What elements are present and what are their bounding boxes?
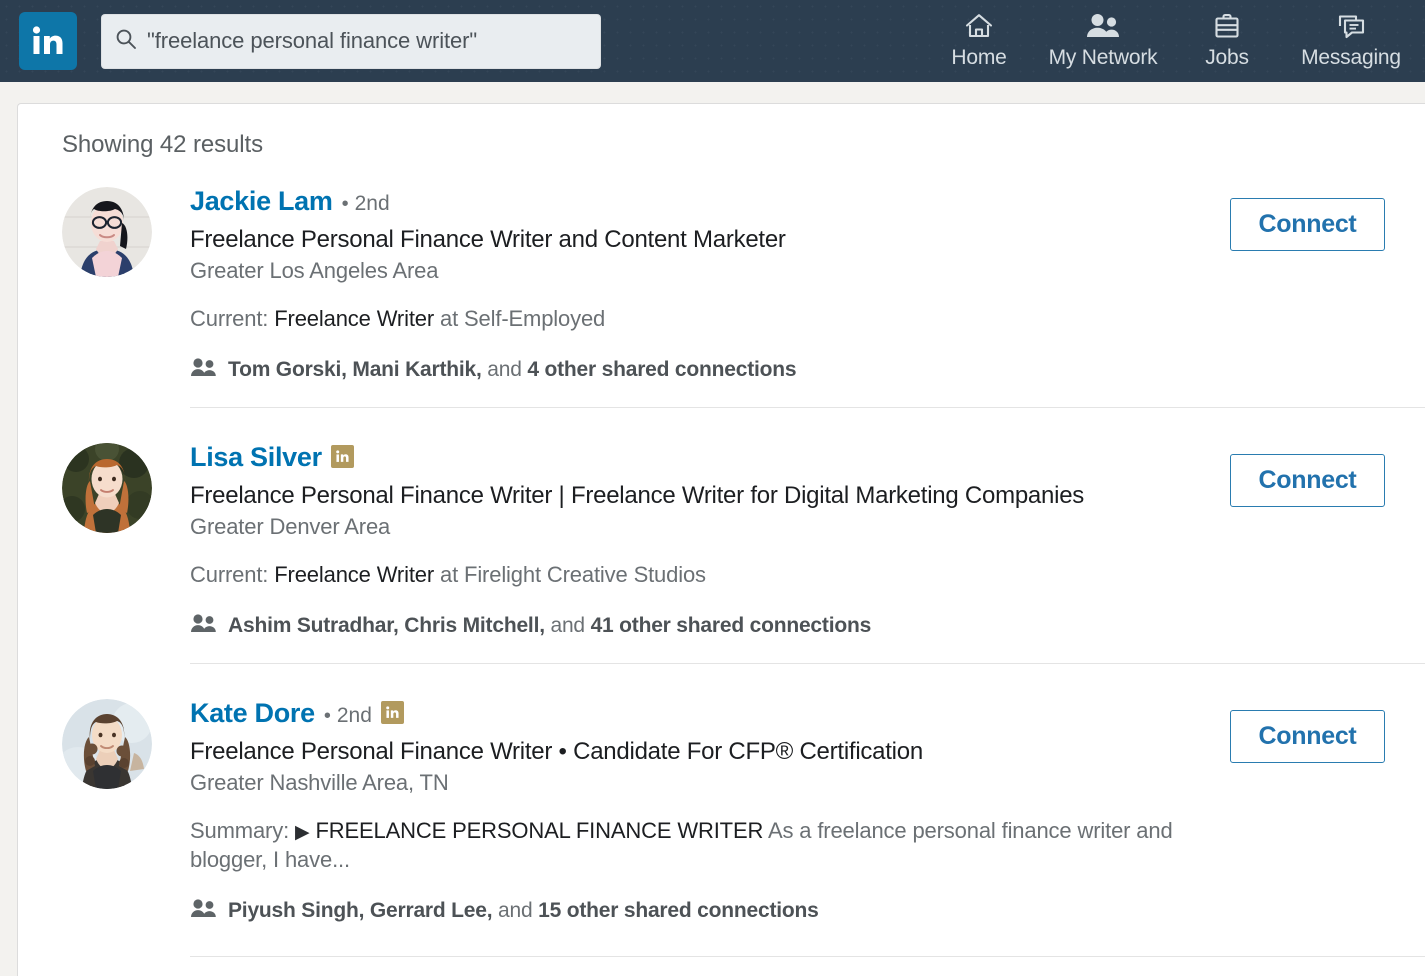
current-title: Freelance Writer: [274, 306, 434, 331]
shared-connections[interactable]: Ashim Sutradhar, Chris Mitchell, and 41 …: [190, 613, 1203, 639]
connection-degree: 2nd: [337, 704, 372, 727]
result-details: Kate Dore • 2nd Freelance Personal Finan…: [152, 691, 1203, 923]
primary-nav: Home My Network: [917, 0, 1425, 82]
spacer: [18, 639, 1425, 663]
profile-location: Greater Nashville Area, TN: [190, 770, 1203, 796]
search-input[interactable]: "freelance personal finance writer": [101, 14, 601, 69]
current-label: Current:: [190, 306, 268, 331]
briefcase-icon: [1212, 9, 1242, 43]
nav-item-jobs[interactable]: Jobs: [1165, 9, 1289, 70]
result-name-line: Jackie Lam • 2nd: [190, 187, 1203, 217]
profile-name-link[interactable]: Kate Dore: [190, 699, 315, 729]
profile-summary: Summary: ▶ FREELANCE PERSONAL FINANCE WR…: [190, 817, 1190, 873]
result-actions: Connect: [1203, 435, 1425, 639]
avatar[interactable]: [62, 443, 152, 533]
shared-connection-names: Tom Gorski, Mani Karthik,: [228, 358, 482, 381]
people-icon: [190, 613, 217, 639]
shared-connections[interactable]: Tom Gorski, Mani Karthik, and 4 other sh…: [190, 357, 1203, 383]
nav-item-my-network[interactable]: My Network: [1041, 9, 1165, 70]
linkedin-premium-badge-icon: [381, 701, 404, 724]
search-result-item[interactable]: Kate Dore • 2nd Freelance Personal Finan…: [18, 691, 1425, 923]
messaging-icon: [1335, 9, 1367, 43]
shared-connection-names: Ashim Sutradhar, Chris Mitchell,: [228, 614, 545, 637]
avatar[interactable]: [62, 699, 152, 789]
current-company: at Self-Employed: [440, 306, 605, 331]
profile-location: Greater Denver Area: [190, 514, 1203, 540]
shared-connections-and: and: [545, 614, 591, 637]
nav-item-messaging[interactable]: Messaging: [1289, 9, 1413, 70]
connect-button[interactable]: Connect: [1230, 710, 1385, 763]
result-name-line: Lisa Silver: [190, 443, 1203, 473]
result-details: Lisa Silver Freelance Personal Finance W…: [152, 435, 1203, 639]
profile-name-link[interactable]: Jackie Lam: [190, 187, 333, 217]
shared-connections-count: 15 other shared connections: [538, 899, 819, 922]
avatar[interactable]: [62, 187, 152, 277]
search-query-text: "freelance personal finance writer": [147, 28, 477, 54]
shared-connections-count: 4 other shared connections: [527, 358, 796, 381]
profile-headline: Freelance Personal Finance Writer | Free…: [190, 482, 1203, 510]
linkedin-premium-badge-icon: [331, 445, 354, 468]
current-company: at Firelight Creative Studios: [440, 562, 706, 587]
top-navigation-bar: "freelance personal finance writer" Home: [0, 0, 1425, 82]
shared-connections-text: Tom Gorski, Mani Karthik, and 4 other sh…: [228, 358, 796, 382]
people-icon: [190, 357, 217, 383]
result-divider: [190, 407, 1425, 408]
connect-button[interactable]: Connect: [1230, 198, 1385, 251]
results-count-label: Showing 42 results: [18, 104, 1425, 159]
nav-label-messaging: Messaging: [1301, 46, 1401, 70]
result-name-line: Kate Dore • 2nd: [190, 699, 1203, 729]
profile-location: Greater Los Angeles Area: [190, 258, 1203, 284]
summary-highlight: FREELANCE PERSONAL FINANCE WRITER: [315, 818, 763, 843]
shared-connections[interactable]: Piyush Singh, Gerrard Lee, and 15 other …: [190, 898, 1203, 924]
search-result-item[interactable]: Jackie Lam • 2nd Freelance Personal Fina…: [18, 179, 1425, 383]
profile-current-position: Current: Freelance Writer at Self-Employ…: [190, 305, 1190, 333]
search-icon: [115, 28, 137, 55]
shared-connections-and: and: [492, 899, 538, 922]
nav-item-home[interactable]: Home: [917, 9, 1041, 70]
shared-connections-text: Piyush Singh, Gerrard Lee, and 15 other …: [228, 899, 819, 923]
home-icon: [963, 9, 995, 43]
result-actions: Connect: [1203, 691, 1425, 923]
linkedin-logo-icon[interactable]: [19, 12, 77, 70]
profile-headline: Freelance Personal Finance Writer • Cand…: [190, 738, 1203, 766]
connection-degree: 2nd: [355, 192, 390, 215]
profile-headline: Freelance Personal Finance Writer and Co…: [190, 226, 1203, 254]
shared-connections-and: and: [482, 358, 528, 381]
search-result-item[interactable]: Lisa Silver Freelance Personal Finance W…: [18, 435, 1425, 639]
summary-label: Summary:: [190, 818, 289, 843]
shared-connection-names: Piyush Singh, Gerrard Lee,: [228, 899, 492, 922]
result-actions: Connect: [1203, 179, 1425, 383]
current-label: Current:: [190, 562, 268, 587]
shared-connections-count: 41 other shared connections: [591, 614, 872, 637]
profile-current-position: Current: Freelance Writer at Firelight C…: [190, 561, 1190, 589]
profile-name-link[interactable]: Lisa Silver: [190, 443, 322, 473]
nav-label-jobs: Jobs: [1205, 46, 1249, 70]
page-body: Showing 42 results: [0, 82, 1425, 976]
people-icon: [1084, 9, 1122, 43]
result-divider: [190, 663, 1425, 664]
degree-separator: •: [324, 705, 331, 727]
shared-connections-text: Ashim Sutradhar, Chris Mitchell, and 41 …: [228, 614, 871, 638]
current-title: Freelance Writer: [274, 562, 434, 587]
play-triangle-icon: ▶: [295, 822, 309, 843]
result-details: Jackie Lam • 2nd Freelance Personal Fina…: [152, 179, 1203, 383]
connect-button[interactable]: Connect: [1230, 454, 1385, 507]
result-divider: [190, 956, 1425, 957]
spacer: [18, 383, 1425, 407]
people-icon: [190, 898, 217, 924]
search-results-card: Showing 42 results: [17, 103, 1425, 976]
nav-label-my-network: My Network: [1049, 46, 1158, 70]
degree-separator: •: [342, 193, 349, 215]
spacer: [18, 924, 1425, 956]
nav-label-home: Home: [951, 46, 1006, 70]
